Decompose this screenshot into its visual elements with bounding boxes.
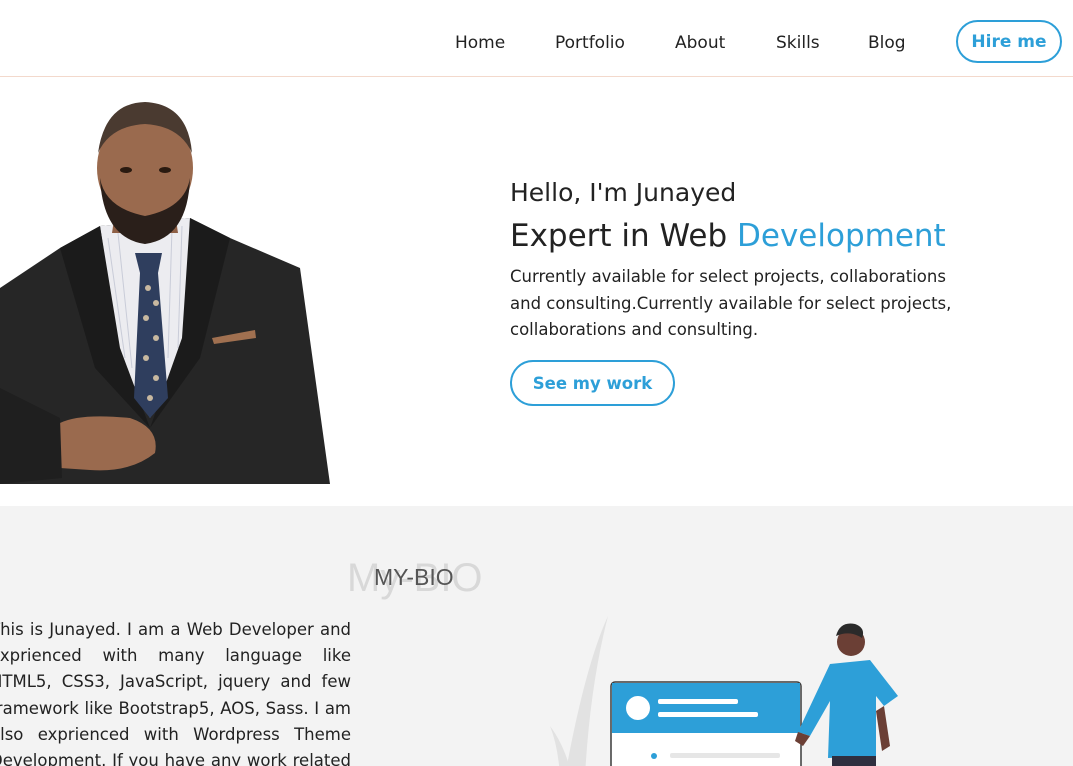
bio-text: This is Junayed. I am a Web Developer an… xyxy=(0,620,351,766)
nav-blog-link[interactable]: Blog xyxy=(868,33,906,53)
see-my-work-button[interactable]: See my work xyxy=(510,360,675,406)
headline-accent: Development xyxy=(737,218,946,254)
nav-skills-link[interactable]: Skills xyxy=(776,33,820,53)
nav-portfolio-link[interactable]: Portfolio xyxy=(555,33,625,53)
developer-illustration xyxy=(550,616,898,766)
hire-me-button[interactable]: Hire me xyxy=(956,20,1062,63)
headline-prefix: Expert in Web xyxy=(510,218,737,254)
nav-about-link[interactable]: About xyxy=(675,33,725,53)
bio-title: MY-BIO xyxy=(374,564,454,590)
profile-photo xyxy=(0,102,330,484)
hero-description: Currently available for select projects,… xyxy=(510,267,952,339)
bio-section: My-BIO MY-BIO This is Junayed. I am a We… xyxy=(0,506,1073,766)
nav-home-link[interactable]: Home xyxy=(455,33,505,53)
hero-greeting: Hello, I'm Junayed xyxy=(510,178,737,207)
hero-headline: Expert in Web Development xyxy=(510,218,946,254)
top-navbar: Home Portfolio About Skills Blog Hire me xyxy=(0,0,1073,77)
